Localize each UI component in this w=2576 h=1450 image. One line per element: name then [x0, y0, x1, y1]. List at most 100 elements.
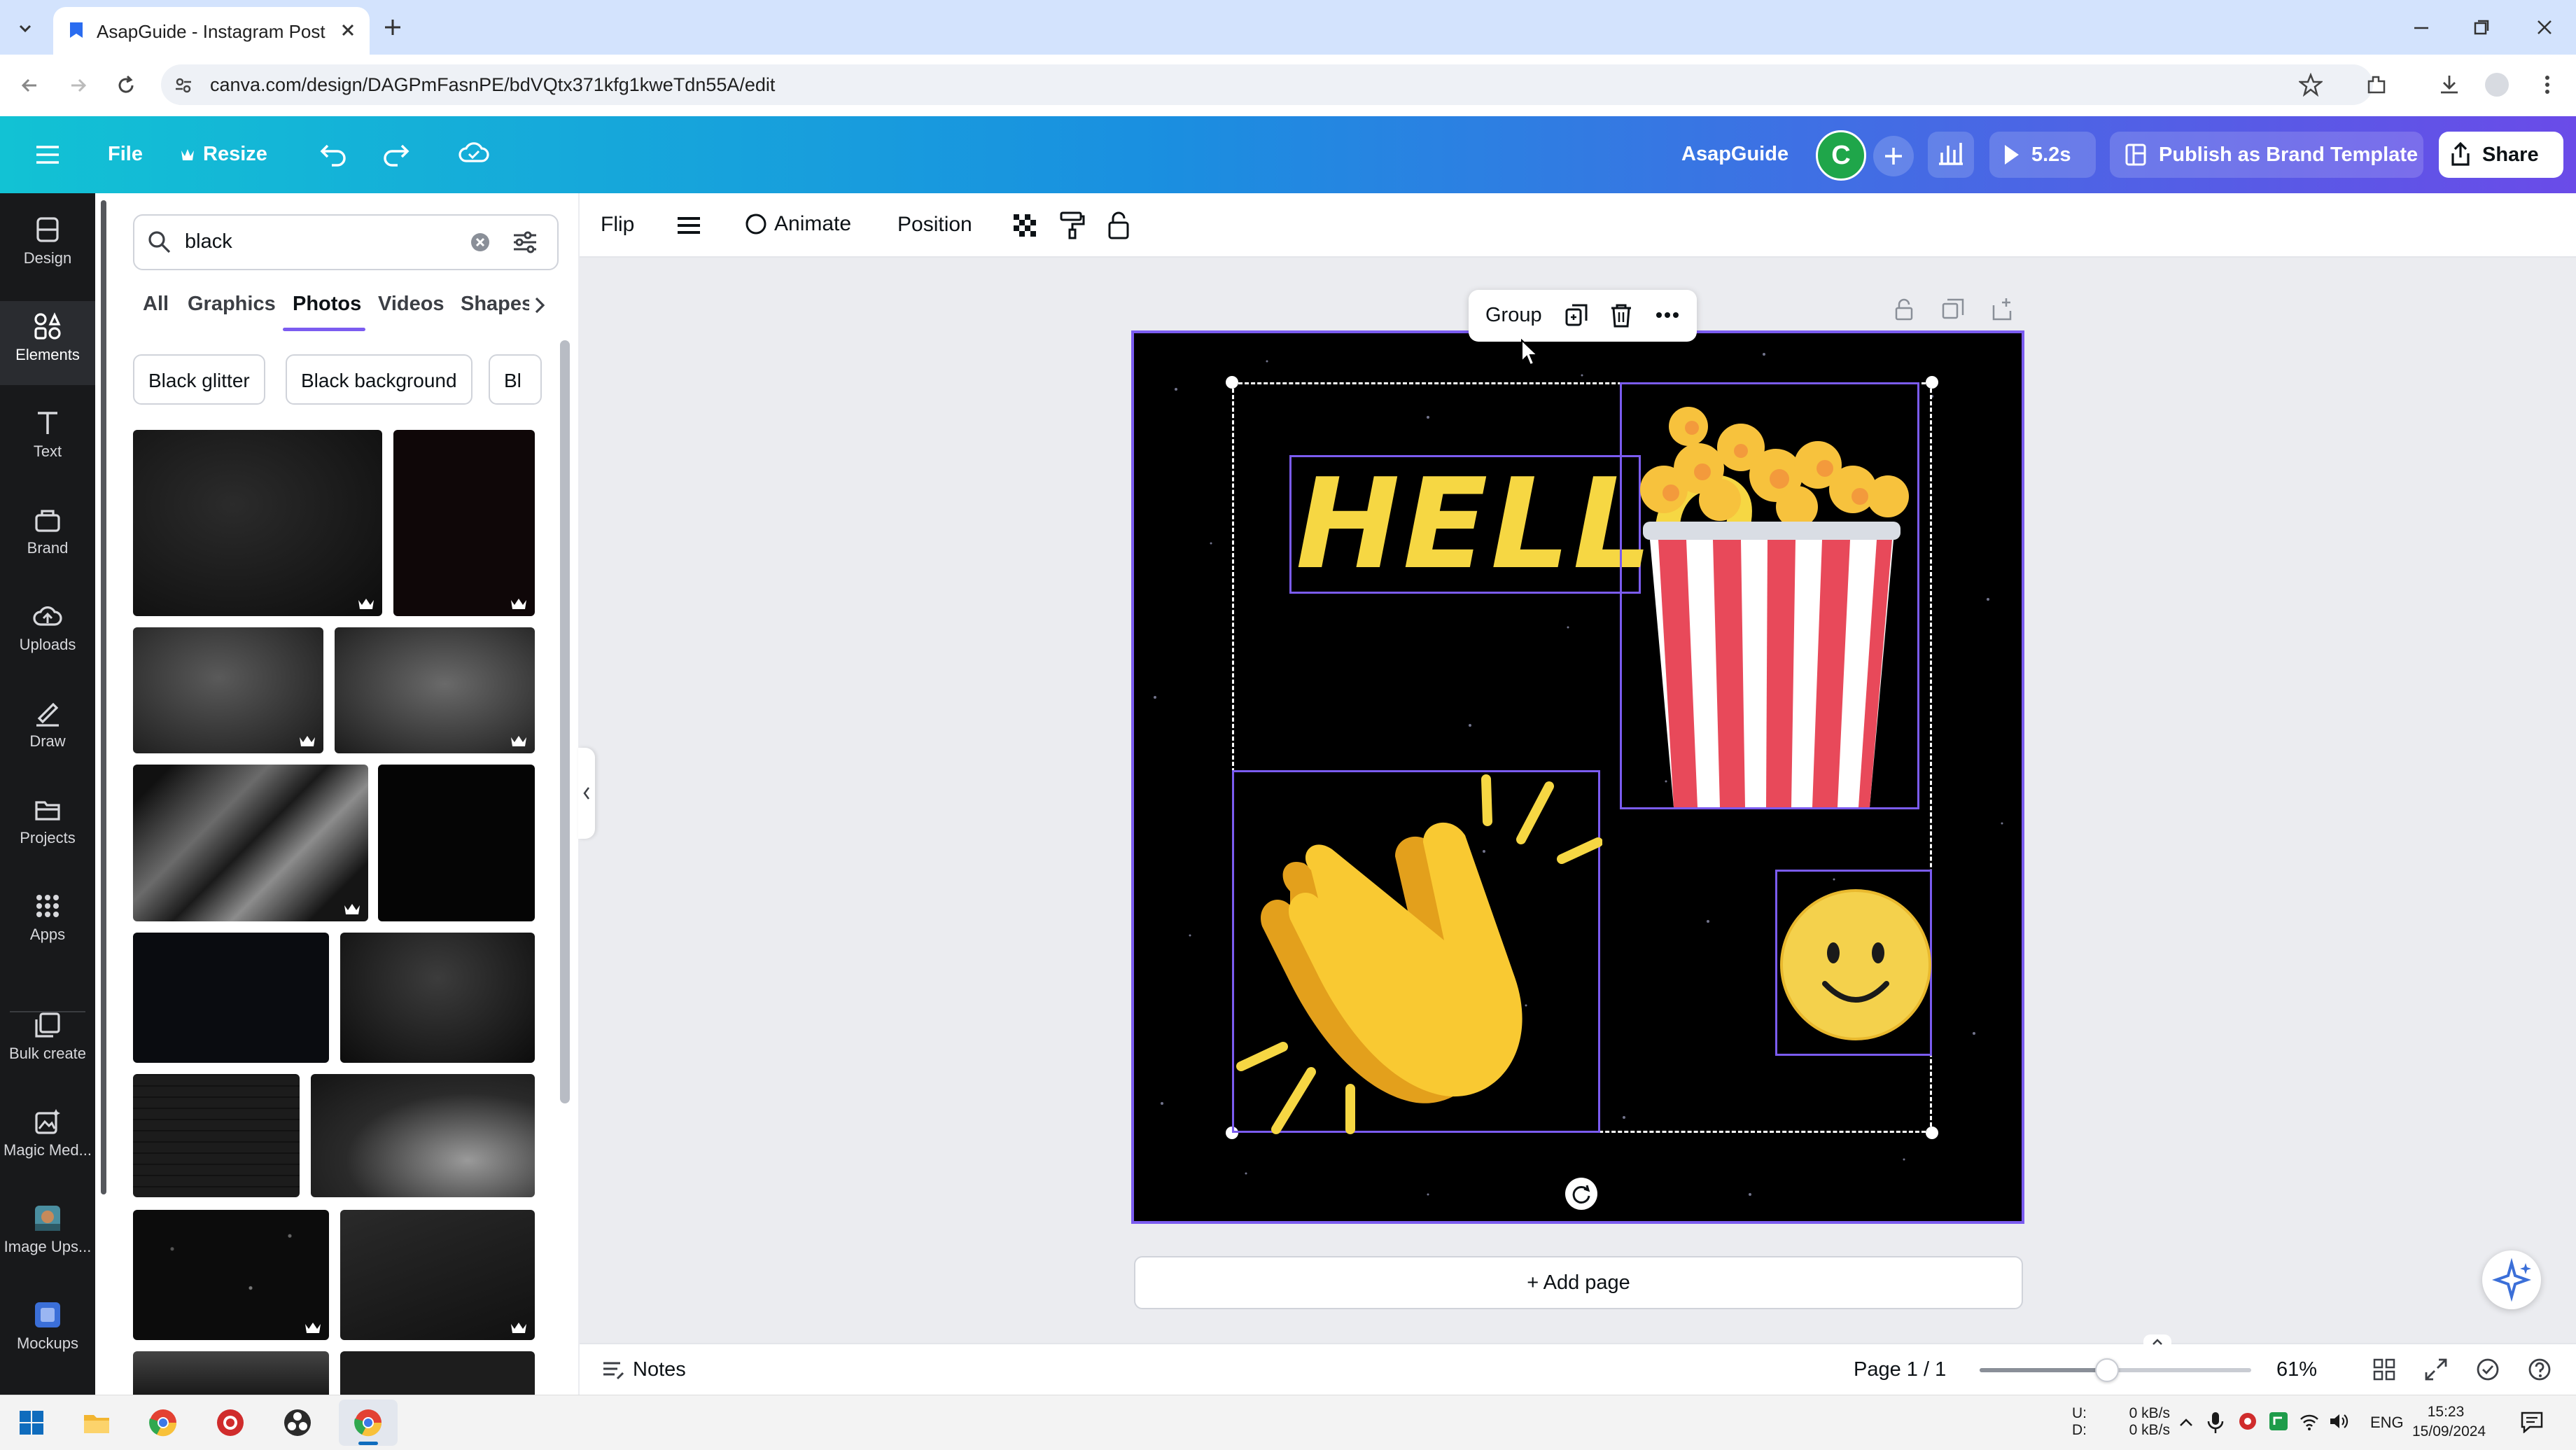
close-window-icon[interactable] — [2534, 17, 2555, 38]
photo-thumbnail[interactable] — [133, 627, 323, 753]
check-circle-icon[interactable] — [2475, 1357, 2500, 1382]
file-explorer-icon[interactable] — [83, 1409, 111, 1436]
tab-all[interactable]: All — [143, 293, 169, 316]
zoom-level[interactable]: 61% — [2276, 1358, 2317, 1381]
lock-icon[interactable] — [1105, 210, 1133, 241]
cloud-saved-icon[interactable] — [458, 139, 490, 167]
resize-button[interactable]: Resize — [179, 143, 267, 166]
restore-icon[interactable] — [2471, 17, 2492, 38]
duplicate-page-icon[interactable] — [1940, 297, 1966, 322]
photo-thumbnail[interactable] — [340, 1351, 535, 1395]
photo-thumbnail[interactable] — [133, 1210, 329, 1340]
rail-item-image-upscaler[interactable]: Image Ups... — [0, 1193, 95, 1277]
photo-thumbnail[interactable] — [335, 627, 535, 753]
border-style-icon[interactable] — [675, 213, 703, 238]
volume-icon[interactable] — [2328, 1411, 2349, 1432]
suggestion-chip[interactable]: Black glitter — [133, 354, 265, 405]
tray-expand-chevron-icon[interactable] — [2177, 1414, 2195, 1432]
file-menu[interactable]: File — [108, 143, 143, 166]
browser-tab[interactable]: AsapGuide - Instagram Post — [53, 7, 370, 55]
rail-item-brand[interactable]: Brand — [0, 494, 95, 578]
help-icon[interactable] — [2527, 1357, 2552, 1382]
photo-thumbnail[interactable] — [393, 430, 535, 616]
suggestion-chip[interactable]: Bl — [489, 354, 542, 405]
user-avatar[interactable]: C — [1816, 130, 1866, 181]
fullscreen-icon[interactable] — [2423, 1357, 2449, 1382]
tab-photos[interactable]: Photos — [293, 293, 361, 316]
smiley-face-graphic[interactable] — [1775, 870, 1932, 1056]
profile-avatar[interactable] — [2485, 73, 2509, 97]
transparency-icon[interactable] — [1011, 211, 1039, 239]
search-input[interactable] — [183, 225, 452, 258]
recorder-app-icon[interactable] — [216, 1408, 245, 1437]
rail-item-draw[interactable]: Draw — [0, 688, 95, 772]
more-options-icon[interactable] — [1652, 301, 1683, 329]
redo-icon[interactable] — [381, 140, 412, 168]
notifications-icon[interactable] — [2520, 1411, 2544, 1433]
animate-button[interactable]: Animate — [741, 210, 851, 238]
rail-item-apps[interactable]: Apps — [0, 881, 95, 965]
hamburger-menu-icon[interactable] — [34, 143, 62, 167]
chevron-right-icon[interactable] — [532, 294, 549, 316]
chrome-active-task[interactable] — [339, 1400, 398, 1446]
trash-icon[interactable] — [1607, 301, 1635, 329]
add-page-icon[interactable] — [1989, 297, 2015, 322]
collapse-panel-handle[interactable] — [578, 748, 595, 839]
chrome-icon[interactable] — [148, 1408, 178, 1437]
insights-button[interactable] — [1928, 132, 1974, 178]
photo-thumbnail[interactable] — [133, 1074, 300, 1197]
position-button[interactable]: Position — [897, 213, 972, 237]
rail-scrollbar[interactable] — [101, 200, 106, 1194]
reload-icon[interactable] — [115, 74, 137, 97]
rail-item-magic-media[interactable]: Magic Med... — [0, 1096, 95, 1180]
site-settings-icon[interactable] — [174, 76, 193, 95]
download-icon[interactable] — [2437, 73, 2461, 97]
rail-item-uploads[interactable]: Uploads — [0, 591, 95, 675]
rail-item-mockups[interactable]: Mockups — [0, 1290, 95, 1374]
bookmark-star-icon[interactable] — [2299, 73, 2323, 97]
notes-button[interactable]: Notes — [601, 1358, 686, 1381]
clear-search-icon[interactable] — [469, 231, 491, 253]
hello-text-element[interactable]: HELLO — [1289, 455, 1756, 594]
panel-scrollbar-thumb[interactable] — [560, 340, 570, 1103]
photo-thumbnail[interactable] — [311, 1074, 535, 1197]
search-box[interactable] — [133, 214, 559, 270]
input-language[interactable]: ENG — [2370, 1414, 2404, 1432]
close-tab-icon[interactable] — [339, 21, 357, 39]
suggestion-chip[interactable]: Black background — [286, 354, 472, 405]
tab-shapes[interactable]: Shapes — [461, 293, 529, 316]
publish-brand-template-button[interactable]: Publish as Brand Template — [2110, 132, 2423, 178]
app-tray-icon[interactable] — [2268, 1411, 2289, 1432]
lock-page-icon[interactable] — [1891, 297, 1917, 322]
popcorn-graphic[interactable] — [1620, 382, 1919, 809]
grid-view-icon[interactable] — [2372, 1357, 2397, 1382]
back-icon[interactable] — [18, 74, 41, 97]
invite-button[interactable] — [1873, 136, 1914, 176]
rail-item-design[interactable]: Design — [0, 204, 95, 288]
windows-start-icon[interactable] — [18, 1409, 45, 1436]
rotate-handle[interactable] — [1565, 1178, 1597, 1210]
zoom-slider-track[interactable] — [1980, 1358, 2251, 1382]
extensions-icon[interactable] — [2365, 73, 2388, 97]
add-page-button[interactable]: + Add page — [1134, 1256, 2023, 1309]
tab-videos[interactable]: Videos — [378, 293, 444, 316]
minimize-icon[interactable] — [2411, 17, 2432, 38]
rail-item-bulk-create[interactable]: Bulk create — [0, 1000, 95, 1084]
page-indicator[interactable]: Page 1 / 1 — [1854, 1358, 1946, 1381]
design-canvas[interactable]: HELLO — [1131, 330, 2024, 1224]
resize-handle[interactable] — [1926, 376, 1938, 389]
forward-icon[interactable] — [67, 74, 90, 97]
photo-thumbnail[interactable] — [133, 765, 368, 921]
rail-item-elements[interactable]: Elements — [0, 301, 95, 385]
microphone-icon[interactable] — [2205, 1411, 2226, 1435]
resize-handle[interactable] — [1926, 1127, 1938, 1139]
zoom-slider-thumb[interactable] — [2095, 1358, 2119, 1382]
filter-sliders-icon[interactable] — [511, 228, 539, 256]
flip-button[interactable]: Flip — [601, 213, 634, 237]
duplicate-icon[interactable] — [1562, 301, 1590, 329]
photo-thumbnail[interactable] — [133, 1351, 329, 1395]
clock[interactable]: 15:23 15/09/2024 — [2412, 1402, 2486, 1442]
group-button[interactable]: Group — [1485, 304, 1542, 327]
new-tab-icon[interactable] — [382, 17, 403, 38]
rail-item-text[interactable]: Text — [0, 398, 95, 482]
